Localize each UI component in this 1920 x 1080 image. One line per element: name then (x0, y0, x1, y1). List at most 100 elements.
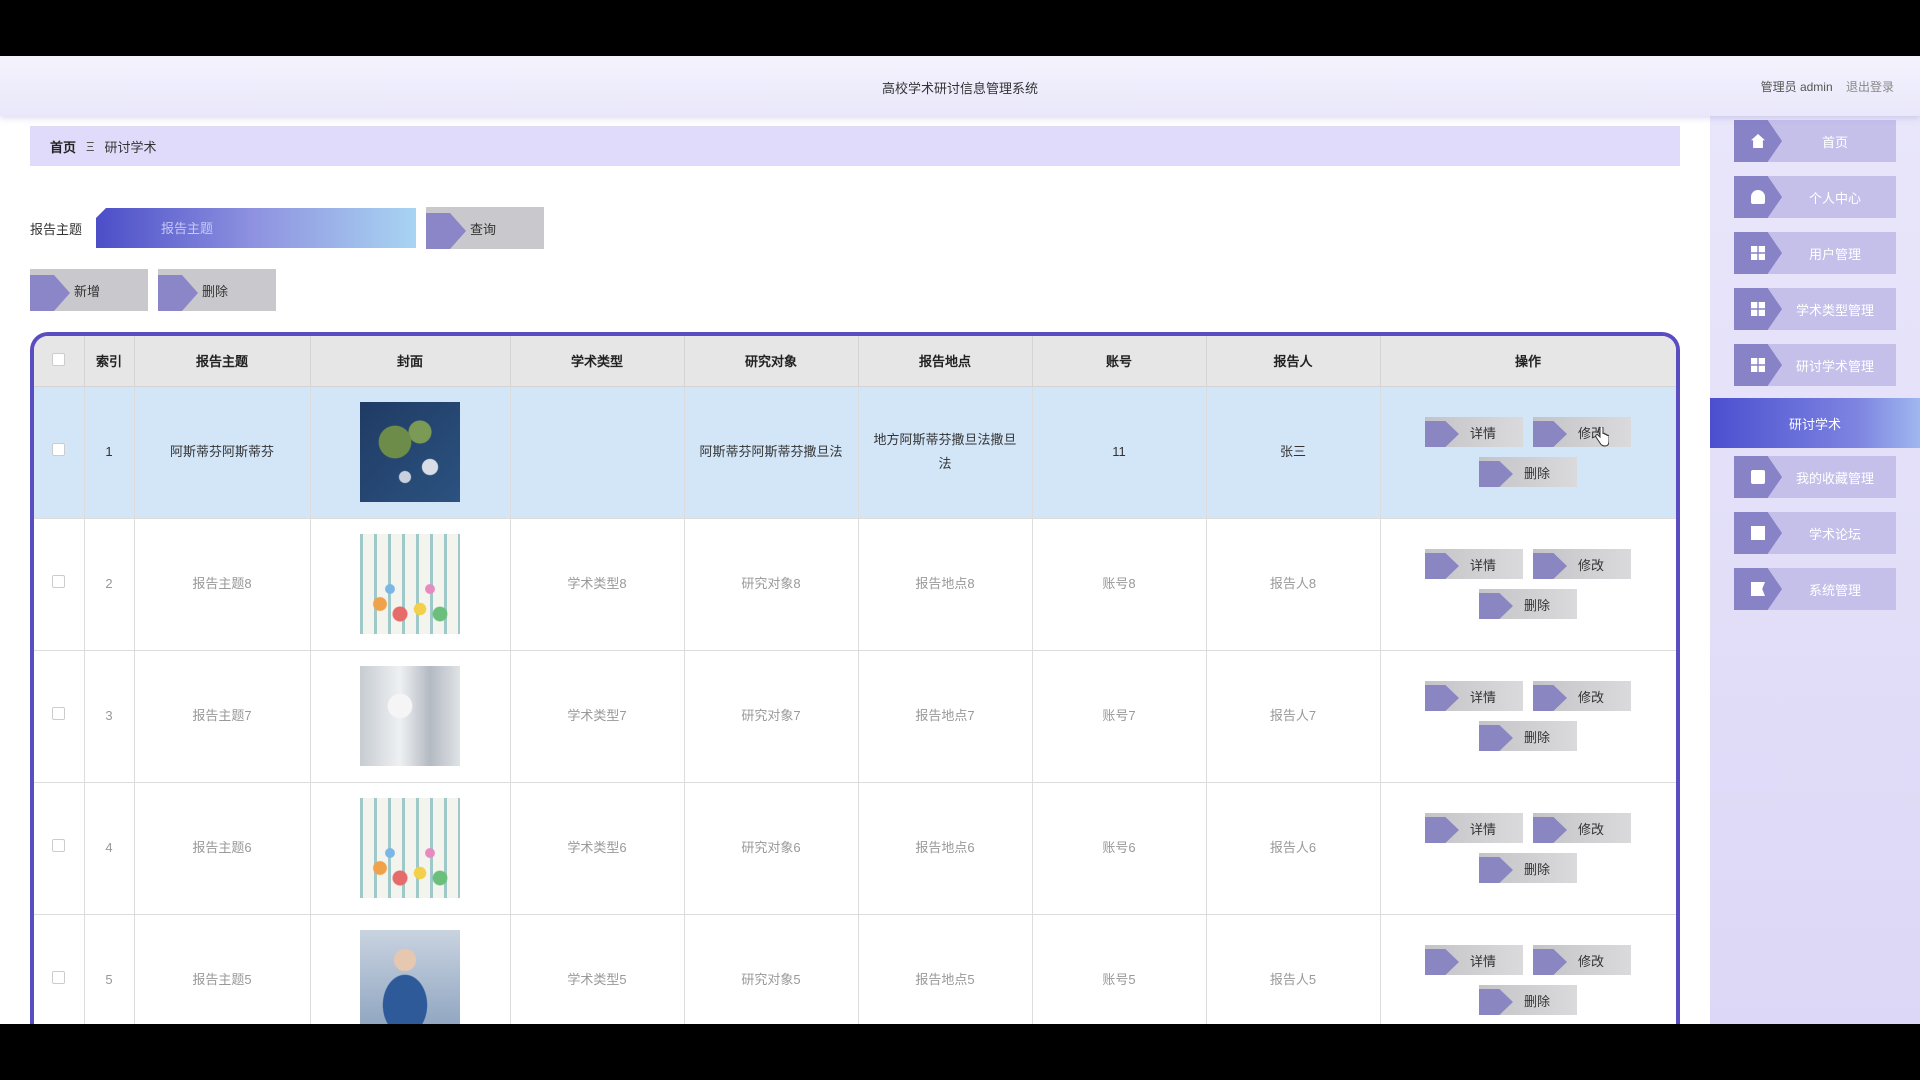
column-header: 操作 (1380, 336, 1676, 387)
table-header-row: 索引 报告主题 封面 学术类型 研究对象 报告地点 账号 报告人 操作 (34, 336, 1676, 387)
sidebar-item-label: 个人中心 (1808, 190, 1861, 206)
add-button[interactable]: 新增 (30, 269, 148, 311)
cell-topic: 报告主题5 (134, 914, 311, 1024)
cover-image-lab[interactable] (360, 666, 460, 766)
table-row[interactable]: 1 阿斯蒂芬阿斯蒂芬 阿斯蒂芬阿斯蒂芬撒旦法 地方阿斯蒂芬撒旦法撒旦法 11 张… (34, 386, 1676, 519)
edit-button[interactable]: 修改 (1533, 681, 1631, 711)
grid-icon (1734, 288, 1782, 330)
table-row[interactable]: 5 报告主题5 学术类型5 研究对象5 报告地点5 账号5 报告人5 详情 修改… (34, 914, 1676, 1024)
delete-label: 删除 (1523, 465, 1550, 481)
cover-image-satellite-map[interactable] (360, 402, 460, 502)
search-input[interactable] (96, 208, 416, 248)
cell-object: 研究对象6 (684, 782, 859, 915)
edit-button[interactable]: 修改 (1533, 549, 1631, 579)
header-select-all[interactable] (34, 336, 85, 387)
row-checkbox[interactable] (52, 707, 66, 720)
user-area: 管理员 admin 退出登录 (1751, 78, 1894, 95)
cell-reporter: 报告人8 (1206, 518, 1381, 651)
query-button[interactable]: 查询 (426, 207, 544, 249)
button-tag-icon (1425, 553, 1459, 579)
table-row[interactable]: 4 报告主题6 学术类型6 研究对象6 报告地点6 账号6 报告人6 详情 修改… (34, 782, 1676, 915)
row-checkbox[interactable] (52, 575, 66, 588)
cell-topic: 报告主题8 (134, 518, 311, 651)
button-tag-icon (1479, 593, 1513, 619)
button-tag-icon (1479, 461, 1513, 487)
column-header: 报告人 (1206, 336, 1381, 387)
cell-account: 账号6 (1032, 782, 1207, 915)
cell-place: 地方阿斯蒂芬撒旦法撒旦法 (858, 386, 1033, 519)
table-row[interactable]: 2 报告主题8 学术类型8 研究对象8 报告地点8 账号8 报告人8 详情 修改… (34, 518, 1676, 651)
column-header: 研究对象 (684, 336, 859, 387)
detail-button[interactable]: 详情 (1425, 549, 1523, 579)
delete-button[interactable]: 删除 (1479, 853, 1577, 883)
cell-operations: 详情 修改 删除 (1380, 650, 1676, 783)
sidebar-item-users[interactable]: 用户管理 (1734, 232, 1896, 274)
delete-button[interactable]: 删除 (1479, 721, 1577, 751)
batch-delete-button[interactable]: 删除 (158, 269, 276, 311)
cell-account: 11 (1032, 386, 1207, 519)
sidebar-item-seminar-admin[interactable]: 研讨学术管理 (1734, 344, 1896, 386)
clipboard-icon (1734, 456, 1782, 498)
delete-button[interactable]: 删除 (1479, 589, 1577, 619)
row-checkbox[interactable] (52, 443, 66, 456)
sidebar-item-academic-type[interactable]: 学术类型管理 (1734, 288, 1896, 330)
sidebar-item-profile[interactable]: 个人中心 (1734, 176, 1896, 218)
row-checkbox[interactable] (52, 971, 66, 984)
edit-label: 修改 (1577, 689, 1604, 705)
row-select-cell[interactable] (34, 386, 85, 519)
row-select-cell[interactable] (34, 914, 85, 1024)
cell-place: 报告地点7 (858, 650, 1033, 783)
row-select-cell[interactable] (34, 650, 85, 783)
sidebar-item-forum[interactable]: 学术论坛 (1734, 512, 1896, 554)
sidebar-item-home[interactable]: 首页 (1734, 120, 1896, 162)
sidebar-item-favorites[interactable]: 我的收藏管理 (1734, 456, 1896, 498)
table-row[interactable]: 3 报告主题7 学术类型7 研究对象7 报告地点7 账号7 报告人7 详情 修改… (34, 650, 1676, 783)
detail-label: 详情 (1469, 425, 1496, 441)
detail-button[interactable]: 详情 (1425, 945, 1523, 975)
cover-image-confetti[interactable] (360, 798, 460, 898)
edit-button[interactable]: 修改 (1533, 417, 1631, 447)
row-select-cell[interactable] (34, 782, 85, 915)
delete-button[interactable]: 删除 (1479, 457, 1577, 487)
data-table-container: 索引 报告主题 封面 学术类型 研究对象 报告地点 账号 报告人 操作 1 阿斯… (30, 332, 1680, 1024)
cover-image-lab-person[interactable] (360, 930, 460, 1024)
cell-place: 报告地点6 (858, 782, 1033, 915)
delete-label: 删除 (1523, 729, 1550, 745)
logout-link[interactable]: 退出登录 (1846, 80, 1894, 94)
cell-type: 学术类型5 (510, 914, 685, 1024)
detail-button[interactable]: 详情 (1425, 813, 1523, 843)
sidebar-item-seminar-active[interactable]: 研讨学术 (1710, 398, 1920, 448)
column-header: 索引 (84, 336, 135, 387)
cell-cover (310, 782, 511, 915)
detail-button[interactable]: 详情 (1425, 681, 1523, 711)
cell-cover (310, 386, 511, 519)
data-table: 索引 报告主题 封面 学术类型 研究对象 报告地点 账号 报告人 操作 1 阿斯… (34, 336, 1676, 1024)
select-all-checkbox[interactable] (52, 352, 66, 366)
cell-account: 账号8 (1032, 518, 1207, 651)
button-tag-icon (426, 213, 466, 249)
cell-object: 研究对象5 (684, 914, 859, 1024)
row-checkbox[interactable] (52, 839, 66, 852)
cell-cover (310, 650, 511, 783)
add-button-label: 新增 (74, 283, 101, 299)
breadcrumb-home[interactable]: 首页 (50, 137, 76, 156)
edit-button[interactable]: 修改 (1533, 945, 1631, 975)
cell-reporter: 报告人5 (1206, 914, 1381, 1024)
sidebar-item-system[interactable]: 系统管理 (1734, 568, 1896, 610)
detail-label: 详情 (1469, 557, 1496, 573)
cell-index: 3 (84, 650, 135, 783)
row-select-cell[interactable] (34, 518, 85, 651)
edit-button[interactable]: 修改 (1533, 813, 1631, 843)
button-tag-icon (1425, 421, 1459, 447)
app-title: 高校学术研讨信息管理系统 (881, 81, 1038, 96)
sidebar-item-label: 用户管理 (1808, 246, 1861, 262)
sidebar-item-label: 我的收藏管理 (1795, 470, 1874, 486)
app-window: 高校学术研讨信息管理系统 管理员 admin 退出登录 首页 Ξ 研讨学术 报告… (0, 56, 1920, 1024)
cell-index: 4 (84, 782, 135, 915)
button-tag-icon (30, 275, 70, 311)
detail-button[interactable]: 详情 (1425, 417, 1523, 447)
cell-object: 阿斯蒂芬阿斯蒂芬撒旦法 (684, 386, 859, 519)
delete-button[interactable]: 删除 (1479, 985, 1577, 1015)
cover-image-confetti[interactable] (360, 534, 460, 634)
button-tag-icon (1479, 725, 1513, 751)
